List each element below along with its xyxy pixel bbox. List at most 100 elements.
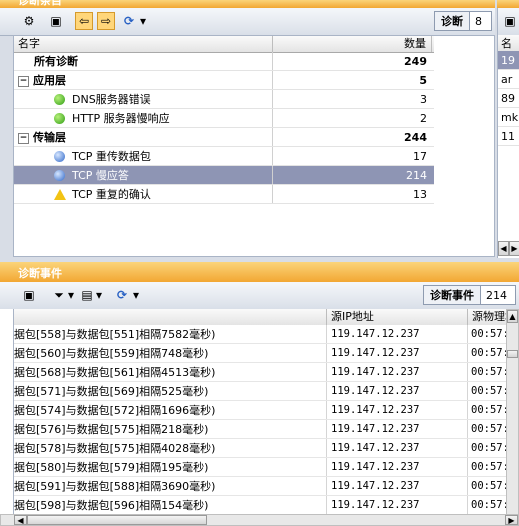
expander-icon[interactable]: − bbox=[18, 133, 29, 144]
tree-row-label: 传输层 bbox=[33, 131, 66, 144]
info-icon bbox=[54, 170, 65, 181]
tree-row[interactable]: TCP 重传数据包 17 bbox=[14, 147, 434, 166]
event-source-ip: 119.147.12.237 bbox=[327, 496, 468, 514]
diagnosis-toolbar: ⚙ ▣ ⇦ ⇨ ⟳ ▾ 诊断 8 bbox=[0, 8, 495, 36]
tree-row[interactable]: 所有诊断 249 bbox=[14, 52, 434, 71]
diagnosis-badge-count: 8 bbox=[475, 14, 482, 28]
save-report-icon[interactable]: ▣ bbox=[501, 12, 519, 30]
event-row[interactable]: 据包[591]与数据包[588]相隔3690毫秒) 119.147.12.237 0… bbox=[14, 477, 519, 496]
event-description: 据包[576]与数据包[575]相隔218毫秒) bbox=[14, 420, 327, 438]
tree-row-label: TCP 重传数据包 bbox=[72, 150, 151, 163]
tree-row-label: DNS服务器错误 bbox=[72, 93, 151, 106]
event-description: 据包[591]与数据包[588]相隔3690毫秒) bbox=[14, 477, 327, 495]
event-source-ip: 119.147.12.237 bbox=[327, 325, 468, 343]
column-header-count[interactable]: 数量 bbox=[273, 36, 432, 52]
tree-row-name-cell: − 传输层 bbox=[14, 128, 273, 146]
tree-header: 名字 数量 bbox=[14, 36, 434, 53]
green-dot-icon bbox=[54, 94, 65, 105]
right-panel-item[interactable]: 89 bbox=[498, 89, 519, 108]
chevron-down-icon[interactable]: ▾ bbox=[137, 12, 149, 30]
events-vertical-scrollbar[interactable]: ▲ bbox=[506, 309, 519, 515]
event-description: 据包[558]与数据包[551]相隔7582毫秒) bbox=[14, 325, 327, 343]
right-panel-item[interactable]: ar bbox=[498, 70, 519, 89]
diagnosis-events-title: 诊断事件 bbox=[18, 267, 62, 280]
export-icon[interactable]: ⇨ bbox=[97, 12, 115, 30]
event-description: 据包[598]与数据包[596]相隔154毫秒) bbox=[14, 496, 327, 514]
events-table: 源IP地址 源物理地 据包[558]与数据包[551]相隔7582毫秒) 119.… bbox=[13, 309, 519, 526]
events-count-badge: 诊断事件 214 bbox=[423, 285, 516, 305]
tree-row[interactable]: DNS服务器错误 3 bbox=[14, 90, 434, 109]
diagnosis-items-title: 诊断条目 bbox=[18, 0, 62, 7]
save-report-icon[interactable]: ▣ bbox=[47, 12, 65, 30]
green-dot-icon bbox=[54, 113, 65, 124]
events-horizontal-scrollbar[interactable]: ◀ ▶ bbox=[0, 514, 519, 526]
scroll-right-button[interactable]: ▶ bbox=[509, 241, 519, 256]
right-panel-item[interactable]: mk bbox=[498, 108, 519, 127]
tree-row-count: 5 bbox=[419, 74, 427, 87]
events-toolbar: ▣ ⏷ ▾ ▤ ▾ ⟳ ▾ 诊断事件 214 bbox=[0, 282, 519, 310]
events-badge-label: 诊断事件 bbox=[424, 286, 481, 304]
events-table-header: 源IP地址 源物理地 bbox=[14, 309, 519, 326]
scroll-thumb[interactable] bbox=[27, 515, 207, 525]
event-source-ip: 119.147.12.237 bbox=[327, 344, 468, 362]
tree-row[interactable]: − 传输层 244 bbox=[14, 128, 434, 147]
save-report-icon[interactable]: ▣ bbox=[20, 286, 38, 304]
event-row[interactable]: 据包[580]与数据包[579]相隔195毫秒) 119.147.12.237 00… bbox=[14, 458, 519, 477]
tree-row-label: 应用层 bbox=[33, 74, 66, 87]
column-header-description[interactable] bbox=[14, 309, 327, 325]
event-row[interactable]: 据包[560]与数据包[559]相隔748毫秒) 119.147.12.237 00… bbox=[14, 344, 519, 363]
scroll-left-button[interactable]: ◀ bbox=[14, 515, 27, 525]
event-source-ip: 119.147.12.237 bbox=[327, 458, 468, 476]
event-row[interactable]: 据包[574]与数据包[572]相隔1696毫秒) 119.147.12.237 0… bbox=[14, 401, 519, 420]
refresh-icon[interactable]: ⟳ bbox=[120, 12, 138, 30]
column-header-name[interactable]: 名字 bbox=[14, 36, 273, 52]
tree-row-label: TCP 重复的确认 bbox=[72, 188, 151, 201]
event-row[interactable]: 据包[558]与数据包[551]相隔7582毫秒) 119.147.12.237 0… bbox=[14, 325, 519, 344]
event-description: 据包[560]与数据包[559]相隔748毫秒) bbox=[14, 344, 327, 362]
events-left-gutter bbox=[0, 309, 13, 515]
scroll-left-button[interactable]: ◀ bbox=[498, 241, 509, 256]
tree-row[interactable]: HTTP 服务器慢响应 2 bbox=[14, 109, 434, 128]
scroll-up-button[interactable]: ▲ bbox=[507, 310, 518, 323]
right-panel-item[interactable]: 11 bbox=[498, 127, 519, 146]
tree-row[interactable]: − 应用层 5 bbox=[14, 71, 434, 90]
tree-row-count: 2 bbox=[420, 112, 427, 125]
right-panel-item[interactable]: 19 bbox=[498, 51, 519, 70]
tree-row[interactable]: TCP 重复的确认 13 bbox=[14, 185, 434, 204]
event-row[interactable]: 据包[568]与数据包[561]相隔4513毫秒) 119.147.12.237 0… bbox=[14, 363, 519, 382]
diagnosis-events-header: 诊断事件 bbox=[0, 262, 519, 283]
scroll-thumb[interactable] bbox=[507, 350, 518, 358]
event-row[interactable]: 据包[578]与数据包[575]相隔4028毫秒) 119.147.12.237 0… bbox=[14, 439, 519, 458]
chevron-down-icon[interactable]: ▾ bbox=[94, 286, 104, 304]
tree-row-label: TCP 慢应答 bbox=[72, 169, 129, 182]
diagnosis-tree-table: 名字 数量 所有诊断 249− 应用层 5 DNS服务器错误 3 HTTP 服务器慢响应 2−… bbox=[13, 35, 495, 257]
tree-row-name-cell: 所有诊断 bbox=[14, 52, 273, 70]
tree-row-name-cell: DNS服务器错误 bbox=[14, 90, 273, 108]
column-header-source-ip[interactable]: 源IP地址 bbox=[327, 309, 468, 325]
event-row[interactable]: 据包[598]与数据包[596]相隔154毫秒) 119.147.12.237 00… bbox=[14, 496, 519, 515]
event-row[interactable]: 据包[576]与数据包[575]相隔218毫秒) 119.147.12.237 00… bbox=[14, 420, 519, 439]
event-description: 据包[571]与数据包[569]相隔525毫秒) bbox=[14, 382, 327, 400]
expander-icon[interactable]: − bbox=[18, 76, 29, 87]
event-description: 据包[580]与数据包[579]相隔195毫秒) bbox=[14, 458, 327, 476]
event-row[interactable]: 据包[571]与数据包[569]相隔525毫秒) 119.147.12.237 00… bbox=[14, 382, 519, 401]
tree-row-count: 17 bbox=[413, 150, 427, 163]
chevron-down-icon[interactable]: ▾ bbox=[66, 286, 76, 304]
tree-row-count: 3 bbox=[420, 93, 427, 106]
tree-row-name-cell: HTTP 服务器慢响应 bbox=[14, 109, 273, 127]
event-source-ip: 119.147.12.237 bbox=[327, 401, 468, 419]
diagnosis-count-badge: 诊断 8 bbox=[434, 11, 492, 31]
chevron-down-icon[interactable]: ▾ bbox=[130, 286, 142, 304]
import-icon[interactable]: ⇦ bbox=[75, 12, 93, 30]
refresh-icon[interactable]: ⟳ bbox=[113, 286, 131, 304]
tree-row[interactable]: TCP 慢应答 214 bbox=[14, 166, 434, 185]
right-panel-toolbar: ▣ bbox=[498, 8, 519, 35]
scroll-right-button[interactable]: ▶ bbox=[505, 515, 518, 525]
events-badge-count: 214 bbox=[486, 288, 507, 302]
tree-row-label: 所有诊断 bbox=[34, 55, 78, 68]
settings-icon[interactable]: ⚙ bbox=[20, 12, 38, 30]
tree-row-count: 244 bbox=[404, 131, 427, 144]
tree-row-count: 214 bbox=[406, 169, 427, 182]
tree-row-name-cell: − 应用层 bbox=[14, 71, 273, 89]
event-source-ip: 119.147.12.237 bbox=[327, 439, 468, 457]
